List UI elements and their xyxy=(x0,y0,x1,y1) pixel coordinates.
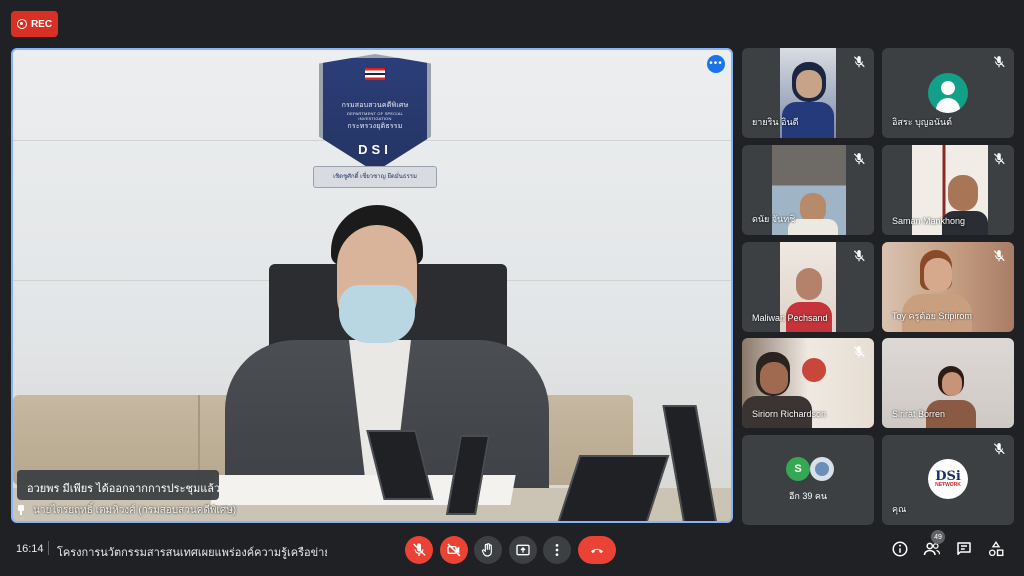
emblem-abbr: DSI xyxy=(358,142,392,157)
participant-tile[interactable]: ดนัย จันทชิ xyxy=(742,145,874,235)
recording-label: REC xyxy=(30,18,53,30)
meeting-title: โครงการนวัตกรรมสารสนเทศเผยแพร่องค์ความรู… xyxy=(57,547,327,559)
info-icon xyxy=(892,541,908,557)
more-options-button[interactable]: ••• xyxy=(707,55,725,73)
mic-off-icon xyxy=(413,543,426,556)
pin-icon[interactable] xyxy=(17,505,25,515)
activities-button[interactable] xyxy=(987,540,1005,558)
participant-face xyxy=(948,175,978,211)
avatar-icon xyxy=(928,73,968,113)
participant-name: Toy ครูต้อย Sripirom xyxy=(892,311,972,321)
participant-body xyxy=(788,219,838,235)
mic-off-icon xyxy=(852,249,866,263)
participant-name: Saman Mankhong xyxy=(892,216,966,226)
mic-off-icon xyxy=(852,345,866,359)
face-mask xyxy=(339,285,415,343)
participant-tile[interactable]: Saman Mankhong xyxy=(882,145,1014,235)
camera-off-icon xyxy=(447,543,461,557)
present-button[interactable] xyxy=(509,536,537,564)
participant-tile[interactable]: Sirirat Borren xyxy=(882,338,1014,428)
self-tile[interactable]: DSi NETWORK คุณ xyxy=(882,435,1014,525)
mic-off-icon xyxy=(992,442,1006,456)
participant-name: Siriorn Richardson xyxy=(752,409,827,419)
activities-icon xyxy=(988,541,1004,557)
avatar-icon: S xyxy=(786,457,810,481)
mic-off-icon xyxy=(852,55,866,69)
emblem-line-1: กรมสอบสวนคดีพิเศษ xyxy=(341,102,409,109)
participant-face xyxy=(924,258,952,292)
present-screen-icon xyxy=(516,544,530,556)
hand-icon xyxy=(481,543,492,557)
mic-off-icon xyxy=(992,152,1006,166)
recording-badge: REC xyxy=(11,11,58,37)
others-count: อีก 39 คน xyxy=(788,491,828,501)
participant-face xyxy=(760,362,788,394)
participant-face xyxy=(796,70,822,98)
mic-off-icon xyxy=(852,152,866,166)
participant-tile[interactable]: Siriorn Richardson xyxy=(742,338,874,428)
emblem-line-3: กระทรวงยุติธรรม xyxy=(347,123,403,130)
more-options-button[interactable] xyxy=(543,536,571,564)
divider xyxy=(48,541,49,555)
logo-small-text: NETWORK xyxy=(935,482,961,488)
participant-name: Sirirat Borren xyxy=(892,409,946,419)
chat-icon xyxy=(957,542,971,555)
thai-flag-icon xyxy=(365,68,385,80)
phone-hangup-icon xyxy=(591,548,603,553)
avatar-image xyxy=(815,462,829,476)
mic-off-icon xyxy=(992,249,1006,263)
info-button[interactable] xyxy=(891,540,909,558)
dsi-network-logo: DSi NETWORK xyxy=(928,459,968,499)
flower xyxy=(802,358,826,382)
presenter-name: นายไตรยฤทธิ์ เตมหิวงศ์ (กรมสอบสวนคดีพิเศ… xyxy=(33,504,237,516)
participant-name: Maliwan Pechsand xyxy=(752,313,828,323)
presenter-tag: นายไตรยฤทธิ์ เตมหิวงศ์ (กรมสอบสวนคดีพิเศ… xyxy=(17,502,236,518)
participant-name: ดนัย จันทชิ xyxy=(752,214,796,224)
emblem-motto: เชิดชูศักดิ์ เชี่ยวชาญ ยึดมั่นธรรม xyxy=(313,166,437,188)
participant-name: อิสระ บุญอนันต์ xyxy=(892,117,953,127)
mic-toggle-button[interactable] xyxy=(405,536,433,564)
mic-off-icon xyxy=(992,55,1006,69)
camera-toggle-button[interactable] xyxy=(440,536,468,564)
participant-tile[interactable]: อิสระ บุญอนันต์ xyxy=(882,48,1014,138)
participant-face xyxy=(796,268,822,300)
dsi-emblem: กรมสอบสวนคดีพิเศษ DEPARTMENT OF SPECIAL … xyxy=(313,54,437,194)
participant-tile[interactable]: ยายริน อินดี xyxy=(742,48,874,138)
participant-name: คุณ xyxy=(892,504,907,514)
participant-name: ยายริน อินดี xyxy=(752,117,799,127)
participant-face xyxy=(942,372,962,396)
record-icon xyxy=(16,19,27,29)
others-tile[interactable]: S อีก 39 คน xyxy=(742,435,874,525)
more-vert-icon xyxy=(555,544,559,556)
chat-button[interactable] xyxy=(955,540,973,558)
end-call-button[interactable] xyxy=(578,536,616,564)
participant-tile[interactable]: Toy ครูต้อย Sripirom xyxy=(882,242,1014,332)
speaker-head xyxy=(331,205,423,345)
participant-tile[interactable]: Maliwan Pechsand xyxy=(742,242,874,332)
clock: 16:14 xyxy=(16,543,44,555)
more-options-icon: ••• xyxy=(709,58,723,69)
main-video[interactable]: กรมสอบสวนคดีพิเศษ DEPARTMENT OF SPECIAL … xyxy=(11,48,733,523)
raise-hand-button[interactable] xyxy=(474,536,502,564)
leave-notification: อวยพร มีเพียร ได้ออกจากการประชุมแล้ว xyxy=(17,470,220,500)
avatar-icon xyxy=(810,457,834,481)
emblem-text: กรมสอบสวนคดีพิเศษ DEPARTMENT OF SPECIAL … xyxy=(331,100,419,132)
participants-count-badge: 49 xyxy=(931,530,945,544)
emblem-line-2: DEPARTMENT OF SPECIAL INVESTIGATION xyxy=(347,111,403,121)
